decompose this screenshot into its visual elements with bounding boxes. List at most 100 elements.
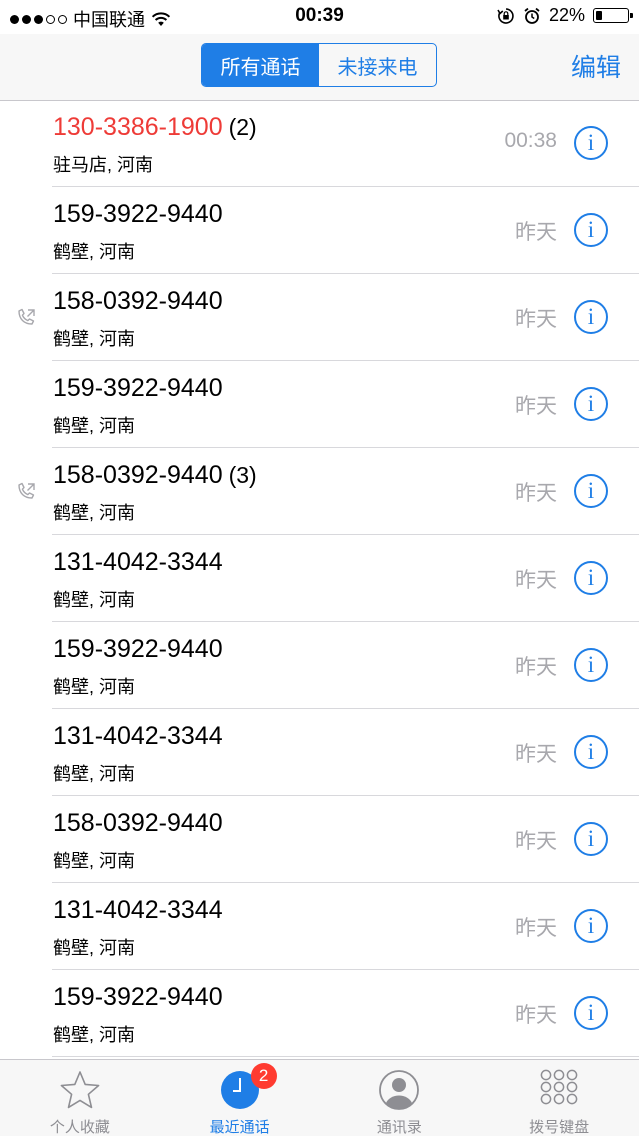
call-row[interactable]: 159-3922-9440 鹤壁, 河南 昨天 i [0, 361, 639, 448]
call-time: 昨天 [515, 482, 557, 505]
keypad-dot [553, 1069, 565, 1081]
phone-number: 130-3386-1900 (2) [53, 113, 257, 142]
phone-number-text: 159-3922-9440 [53, 983, 223, 1011]
phone-number: 159-3922-9440 [53, 374, 229, 403]
info-icon[interactable]: i [574, 822, 608, 856]
tab-label: 拨号键盘 [529, 1119, 590, 1136]
phone-number-text: 158-0392-9440 [53, 461, 223, 489]
call-filter-segmented-control: 所有通话 未接来电 [201, 43, 437, 87]
phone-number-text: 131-4042-3344 [53, 722, 223, 750]
info-icon[interactable]: i [574, 126, 608, 160]
missed-calls-badge: 2 [250, 1063, 277, 1089]
caller-location: 鹤壁, 河南 [53, 329, 136, 349]
keypad-dot [540, 1093, 552, 1105]
battery-percent: 22% [548, 5, 585, 25]
phone-number-text: 159-3922-9440 [53, 635, 223, 663]
caller-location: 驻马店, 河南 [53, 155, 154, 175]
info-icon[interactable]: i [574, 909, 608, 943]
battery-fill [596, 11, 602, 20]
orientation-lock-icon [497, 7, 514, 24]
call-row[interactable]: 159-3922-9440 鹤壁, 河南 昨天 i [0, 970, 639, 1057]
status-bar: 中国联通 00:39 22% [0, 0, 639, 34]
tab-contacts[interactable]: 通讯录 [320, 1060, 480, 1136]
tab-icon-wrap: 2 [219, 1063, 277, 1111]
call-count: (3) [228, 462, 257, 488]
info-icon[interactable]: i [574, 300, 608, 334]
status-right: 22% [497, 5, 633, 26]
info-icon[interactable]: i [574, 648, 608, 682]
call-time: 昨天 [515, 308, 557, 331]
phone-number-text: 158-0392-9440 [53, 809, 223, 837]
phone-number-text: 159-3922-9440 [53, 374, 223, 402]
outgoing-call-icon [18, 482, 35, 499]
call-row[interactable]: 159-3922-9440 鹤壁, 河南 昨天 i [0, 622, 639, 709]
phone-number: 158-0392-9440 (3) [53, 461, 257, 490]
phone-number: 131-4042-3344 [53, 722, 229, 751]
call-row[interactable]: 131-4042-3344 鹤壁, 河南 昨天 i [0, 535, 639, 622]
phone-number-text: 131-4042-3344 [53, 896, 223, 924]
phone-number: 158-0392-9440 [53, 287, 229, 316]
keypad-dot [566, 1069, 578, 1081]
keypad-dot [540, 1069, 552, 1081]
call-time: 昨天 [515, 830, 557, 853]
tab-keypad[interactable]: 拨号键盘 [479, 1060, 639, 1136]
call-time: 昨天 [515, 743, 557, 766]
tab-label: 个人收藏 [49, 1119, 110, 1136]
call-time: 昨天 [515, 917, 557, 940]
keypad-dot [566, 1081, 578, 1093]
tab-label: 通讯录 [376, 1119, 422, 1136]
tab-bar: 个人收藏 2 最近通话 通讯录 拨号键盘 [0, 1059, 639, 1136]
call-row[interactable]: 158-0392-9440 (3) 鹤壁, 河南 昨天 i [0, 448, 639, 535]
phone-number: 131-4042-3344 [53, 896, 229, 925]
caller-location: 鹤壁, 河南 [53, 503, 136, 523]
info-icon[interactable]: i [574, 735, 608, 769]
battery-icon [593, 8, 633, 23]
contacts-icon [379, 1070, 420, 1110]
caller-location: 鹤壁, 河南 [53, 242, 136, 262]
keypad-dot [553, 1093, 565, 1105]
call-time: 00:38 [504, 129, 557, 152]
call-row[interactable]: 131-4042-3344 鹤壁, 河南 昨天 i [0, 883, 639, 970]
call-count: (2) [228, 114, 257, 140]
call-row[interactable]: 159-3922-9440 鹤壁, 河南 昨天 i [0, 187, 639, 274]
info-icon[interactable]: i [574, 561, 608, 595]
phone-number: 131-4042-3344 [53, 548, 229, 577]
alarm-icon [524, 7, 540, 24]
caller-location: 鹤壁, 河南 [53, 1025, 136, 1045]
tab-recents[interactable]: 2 最近通话 [160, 1060, 320, 1136]
info-icon[interactable]: i [574, 387, 608, 421]
tab-label: 最近通话 [209, 1119, 270, 1136]
call-time: 昨天 [515, 569, 557, 592]
caller-location: 鹤壁, 河南 [53, 851, 136, 871]
keypad-dot [540, 1081, 552, 1093]
phone-number-text: 130-3386-1900 [53, 113, 223, 141]
info-icon[interactable]: i [574, 474, 608, 508]
phone-number: 159-3922-9440 [53, 983, 229, 1012]
caller-location: 鹤壁, 河南 [53, 416, 136, 436]
nav-bar: 所有通话 未接来电 编辑 [0, 34, 639, 101]
caller-location: 鹤壁, 河南 [53, 938, 136, 958]
caller-location: 鹤壁, 河南 [53, 677, 136, 697]
keypad-dot [566, 1093, 578, 1105]
phone-number: 159-3922-9440 [53, 635, 229, 664]
edit-button[interactable]: 编辑 [571, 48, 621, 84]
segment-missed-calls[interactable]: 未接来电 [319, 44, 436, 86]
outgoing-call-icon [18, 308, 35, 325]
info-icon[interactable]: i [574, 996, 608, 1030]
call-row[interactable]: 130-3386-1900 (2) 驻马店, 河南 00:38 i [0, 100, 639, 187]
battery-tip [630, 13, 633, 18]
call-time: 昨天 [515, 1004, 557, 1027]
info-icon[interactable]: i [574, 213, 608, 247]
segment-all-calls[interactable]: 所有通话 [202, 44, 319, 86]
phone-number-text: 131-4042-3344 [53, 548, 223, 576]
phone-number-text: 159-3922-9440 [53, 200, 223, 228]
call-row[interactable]: 158-0392-9440 鹤壁, 河南 昨天 i [0, 274, 639, 361]
tab-favorites[interactable]: 个人收藏 [0, 1060, 160, 1136]
phone-number: 159-3922-9440 [53, 200, 229, 229]
recent-calls-list: 130-3386-1900 (2) 驻马店, 河南 00:38 i 159-3922-94… [0, 100, 639, 1057]
call-row[interactable]: 131-4042-3344 鹤壁, 河南 昨天 i [0, 709, 639, 796]
keypad-icon [540, 1069, 578, 1105]
star-icon [60, 1071, 100, 1109]
call-row[interactable]: 158-0392-9440 鹤壁, 河南 昨天 i [0, 796, 639, 883]
keypad-dot [553, 1081, 565, 1093]
